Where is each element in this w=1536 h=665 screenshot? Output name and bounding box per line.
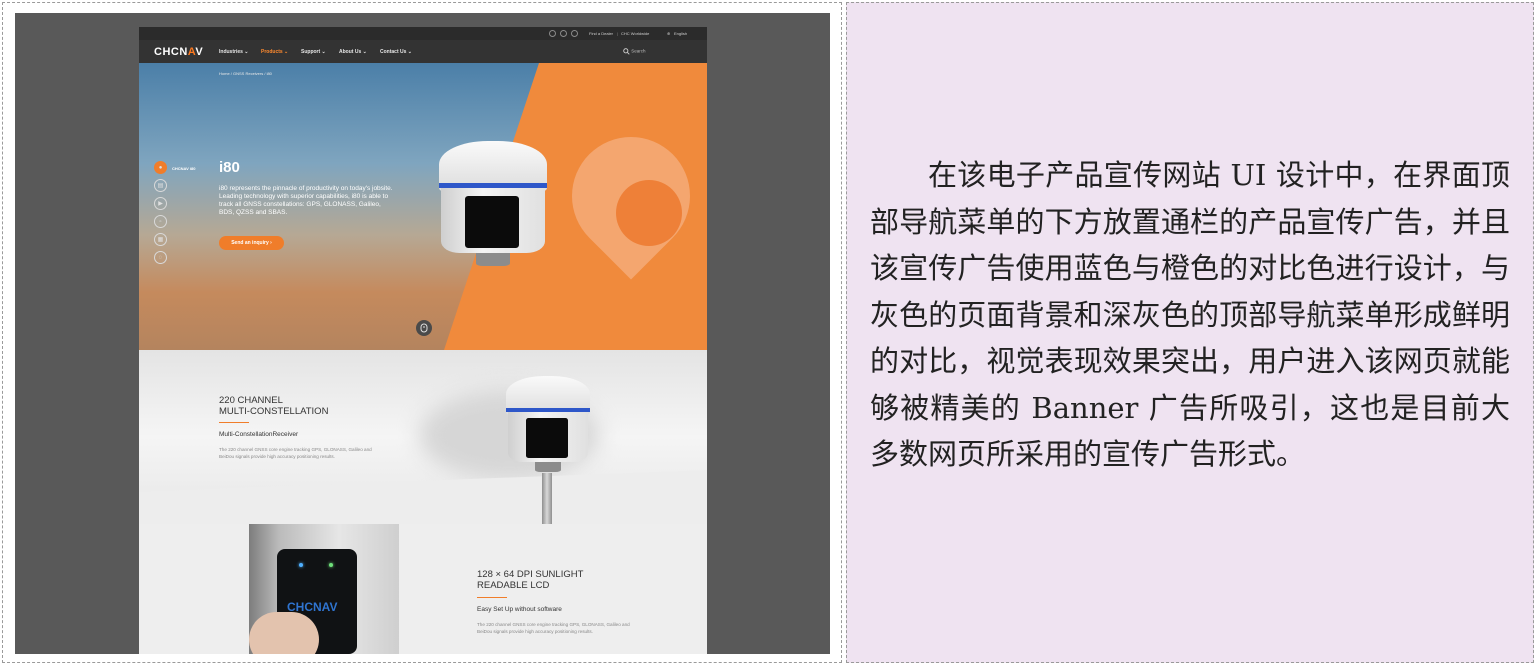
side-icon-overview[interactable]: ● [154, 161, 167, 174]
hero-banner: Home / GNSS Receivers / i80 ● ▤ ▶ ▫ ▦ ◌ … [139, 63, 707, 350]
feature-subheading: Multi-ConstellationReceiver [219, 431, 299, 438]
status-led [329, 563, 333, 567]
utility-bar: Find a Dealer | CHC Worldwide ⊕ English [139, 27, 707, 40]
orange-divider [219, 422, 249, 423]
nav-item-support[interactable]: Support ⌄ [301, 49, 326, 55]
feature-section-lcd: CHCNAV Fn 128 × 64 DPI SUNLIGHT READABLE… [139, 524, 707, 654]
orange-divider [477, 597, 507, 598]
nav-item-products[interactable]: Products ⌄ [261, 49, 288, 55]
search-box[interactable]: Search [623, 48, 646, 55]
location-pin-hole [616, 180, 682, 246]
feature-subheading: Easy Set Up without software [477, 606, 562, 613]
feature-heading: 128 × 64 DPI SUNLIGHT READABLE LCD [477, 569, 584, 591]
feature-section-multi-constellation: 220 CHANNEL MULTI-CONSTELLATION Multi-Co… [139, 350, 707, 524]
breadcrumb[interactable]: Home / GNSS Receivers / i80 [219, 71, 272, 76]
background-floor [139, 470, 707, 524]
side-icon-chat[interactable]: ◌ [154, 251, 167, 264]
chcnav-logo[interactable]: CHCNAV [154, 46, 203, 58]
nav-item-industries[interactable]: Industries ⌄ [219, 49, 248, 55]
side-icon-gallery[interactable]: ▦ [154, 233, 167, 246]
side-icon-specs[interactable]: ▤ [154, 179, 167, 192]
side-icon-menu: ● ▤ ▶ ▫ ▦ ◌ [154, 161, 167, 269]
side-icon-video[interactable]: ▶ [154, 197, 167, 210]
feature-heading: 220 CHANNEL MULTI-CONSTELLATION [219, 395, 329, 417]
social-icon-weibo[interactable] [549, 30, 556, 37]
social-icon-youtube[interactable] [571, 30, 578, 37]
language-selector[interactable]: English [674, 31, 687, 36]
website-mockup: Find a Dealer | CHC Worldwide ⊕ English … [139, 27, 707, 654]
nav-item-about-us[interactable]: About Us ⌄ [339, 49, 367, 55]
find-dealer-link[interactable]: Find a Dealer [589, 31, 613, 36]
feature-body: The 220 channel GNSS core engine trackin… [219, 447, 372, 459]
product-description: i80 represents the pinnacle of productiv… [219, 185, 393, 216]
gnss-receiver-image [439, 141, 547, 271]
status-led [299, 563, 303, 567]
scroll-down-icon[interactable] [416, 320, 432, 336]
send-inquiry-button[interactable]: Send an inquiry › [219, 236, 284, 250]
search-placeholder: Search [631, 48, 646, 54]
gnss-receiver-side-image [506, 376, 590, 476]
side-menu-active-label: CHCNAV i80 [172, 166, 196, 171]
design-description-text: 在该电子产品宣传网站 UI 设计中，在界面顶部导航菜单的下方放置通栏的产品宣传广… [870, 158, 1510, 471]
search-icon [623, 48, 630, 55]
screenshot-background: Find a Dealer | CHC Worldwide ⊕ English … [15, 13, 830, 654]
hand-image [249, 612, 319, 654]
side-icon-document[interactable]: ▫ [154, 215, 167, 228]
main-navigation: CHCNAV Industries ⌄ Products ⌄ Support ⌄… [139, 40, 707, 63]
social-icon-wechat[interactable] [560, 30, 567, 37]
receiver-pole [542, 473, 552, 524]
worldwide-link[interactable]: CHC Worldwide [621, 31, 649, 36]
topbar-separator: | [617, 31, 619, 36]
feature-body: The 220 channel GNSS core engine trackin… [477, 622, 630, 634]
globe-icon: ⊕ [667, 31, 671, 36]
product-title: i80 [219, 159, 240, 176]
nav-item-contact-us[interactable]: Contact Us ⌄ [380, 49, 412, 55]
